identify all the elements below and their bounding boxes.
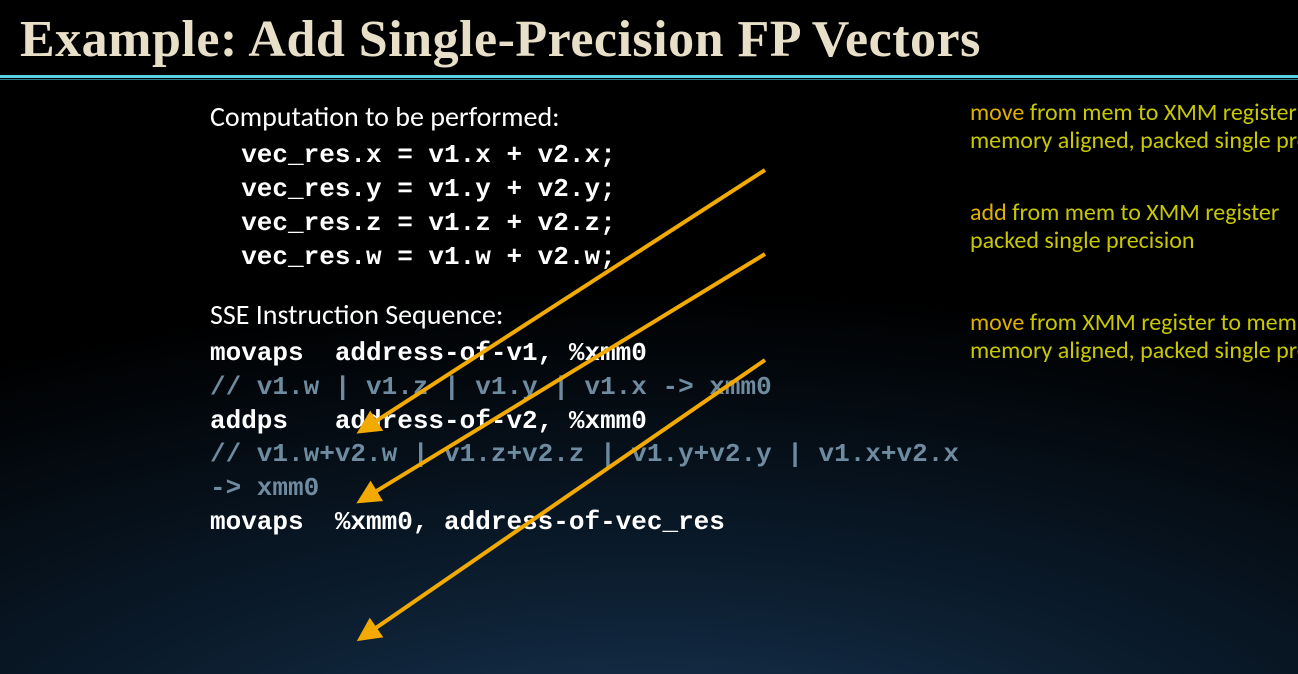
annotation-text: from XMM register to mem (1024, 308, 1297, 337)
annotation-move-store: move from XMM register to mem memory ali… (970, 309, 1298, 364)
asm-line-addps: addps address-of-v2, %xmm0 (210, 405, 1290, 439)
annotation-keyword: add (970, 198, 1007, 227)
annotation-text: memory aligned, packed single precision (970, 336, 1298, 365)
title-rule (0, 75, 1298, 81)
asm-comment: // v1.w+v2.w | v1.z+v2.z | v1.y+v2.y | v… (210, 438, 1290, 472)
annotation-move-load: move from mem to XMM register memory ali… (970, 99, 1298, 154)
annotation-text: from mem to XMM register (1007, 198, 1280, 227)
slide-title: Example: Add Single-Precision FP Vectors (20, 10, 1298, 69)
annotation-text: packed single precision (970, 226, 1194, 255)
slide-body: Computation to be performed: vec_res.x =… (210, 99, 1290, 540)
annotation-add: add from mem to XMM register packed sing… (970, 199, 1298, 254)
annotation-text: memory aligned, packed single precision (970, 126, 1298, 155)
asm-comment: // v1.w | v1.z | v1.y | v1.x -> xmm0 (210, 371, 1290, 405)
annotation-keyword: move (970, 98, 1024, 127)
asm-comment: -> xmm0 (210, 472, 1290, 506)
annotation-text: from mem to XMM register (1024, 98, 1297, 127)
annotation-keyword: move (970, 308, 1024, 337)
asm-line-movaps-store: movaps %xmm0, address-of-vec_res (210, 506, 1290, 540)
